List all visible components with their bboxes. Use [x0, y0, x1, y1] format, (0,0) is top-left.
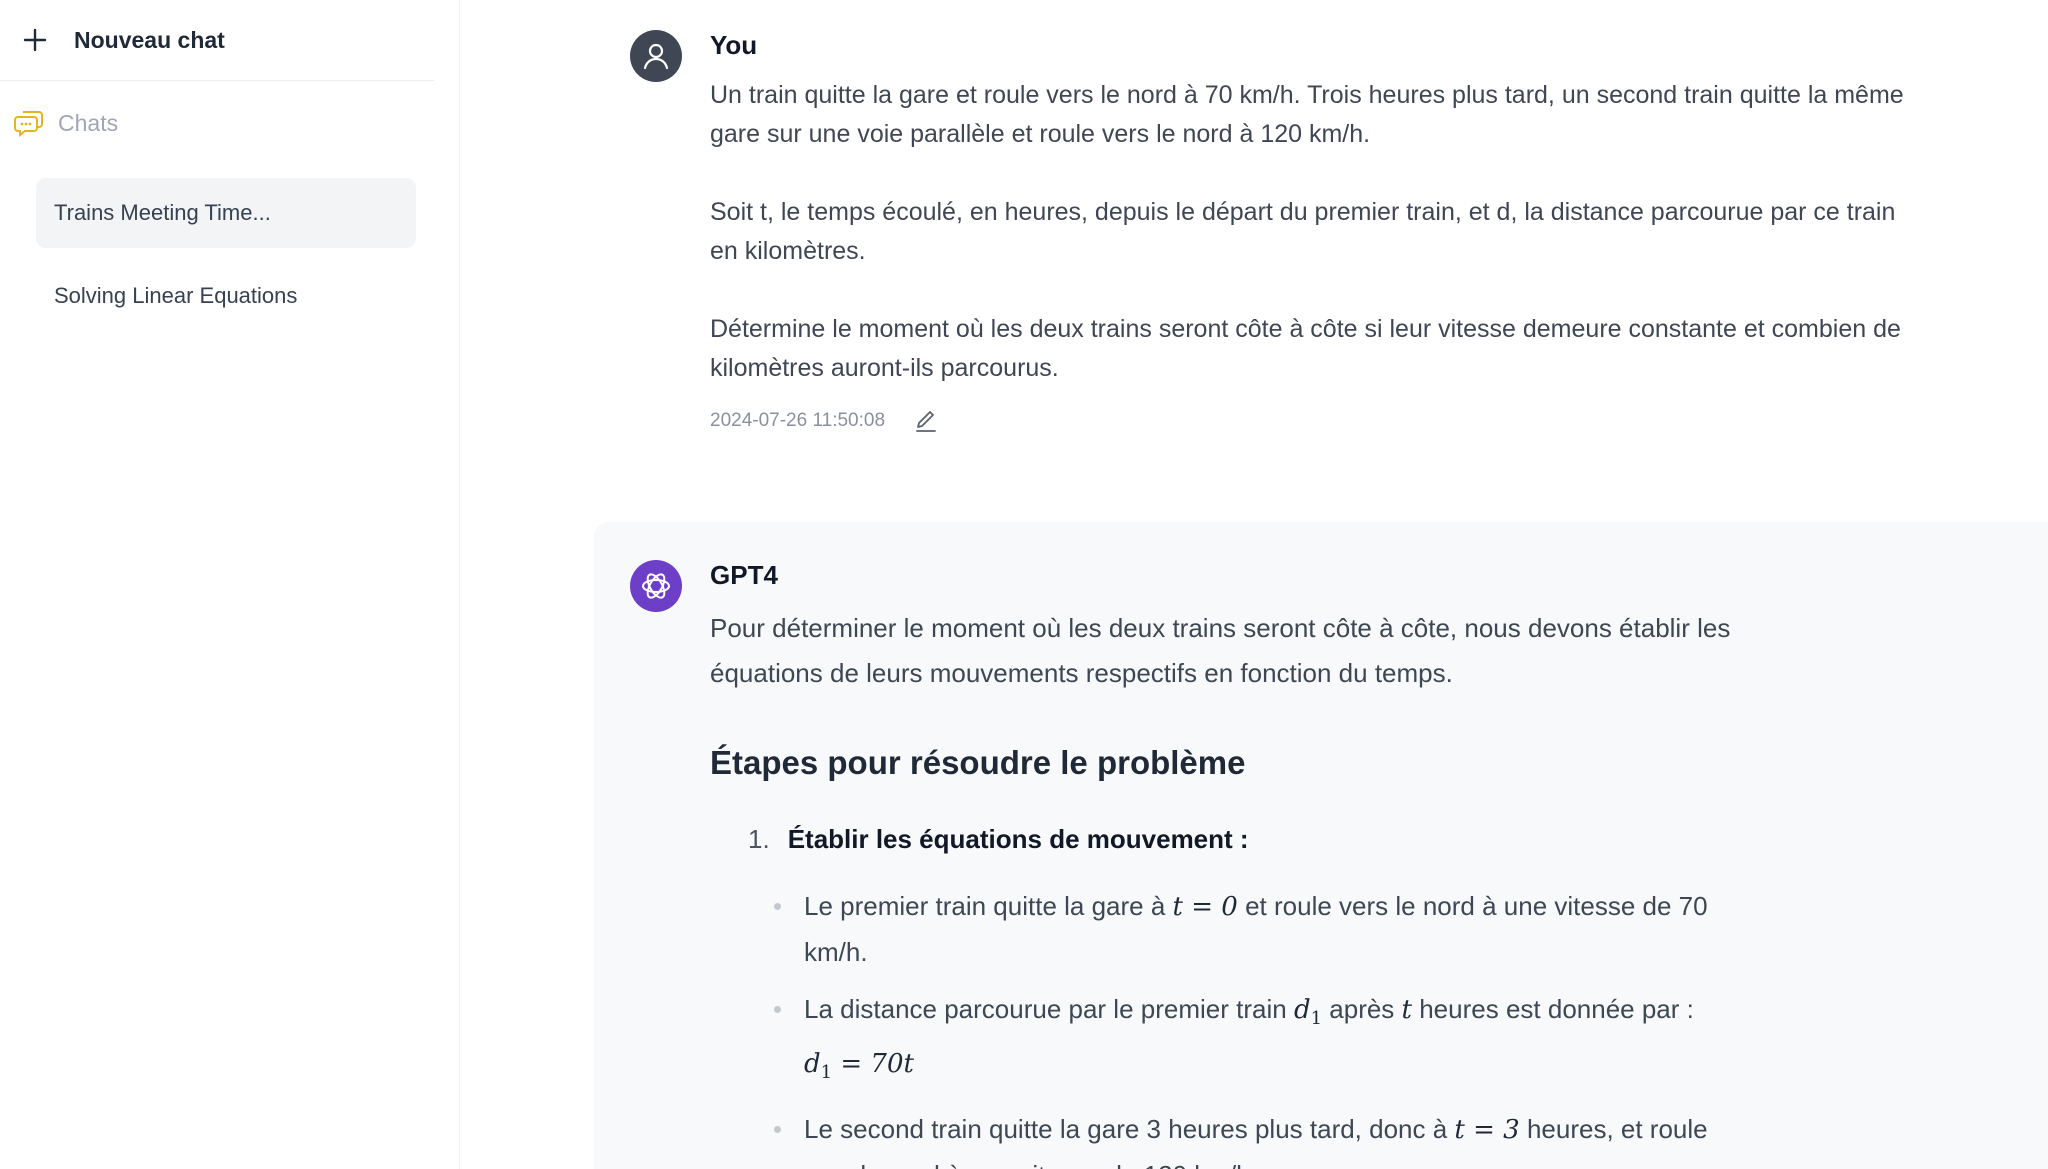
user-sender-name: You: [710, 30, 758, 60]
math-symbol: d: [804, 1049, 821, 1080]
message-meta: 2024-07-26 11:50:08: [710, 408, 939, 434]
math-symbol: = 70t: [832, 1049, 914, 1080]
user-icon: [643, 43, 669, 70]
bullet-text: heures est donnée par :: [1412, 994, 1694, 1024]
math-subscript: 1: [1310, 1008, 1323, 1030]
user-message: You Un train quitte la gare et roule ver…: [460, 0, 2048, 500]
message-timestamp: 2024-07-26 11:50:08: [710, 410, 886, 431]
chats-section-header: Chats: [14, 106, 118, 140]
bullet-text: La distance parcourue par le premier tra…: [804, 994, 1294, 1024]
chats-header-label: Chats: [58, 109, 119, 136]
step-bullets: Le premier train quitte la gare à t = 0 …: [774, 884, 1724, 1169]
new-chat-label: Nouveau chat: [74, 26, 225, 53]
math-expression: t: [1401, 995, 1412, 1025]
sidebar-item-label: Trains Meeting Time...: [54, 200, 271, 225]
bullet-text: Le second train quitte la gare 3 heures …: [804, 1114, 1455, 1145]
plus-icon: [23, 28, 47, 52]
step-title: Établir les équations de mouvement :: [787, 824, 1249, 854]
bullet-item: Le premier train quitte la gare à t = 0 …: [774, 884, 1724, 975]
chat-bubbles-icon: [14, 111, 43, 137]
chat-app: Nouveau chat Chats Trains Meeting Time..…: [0, 0, 2048, 1169]
assistant-avatar: [630, 560, 682, 612]
bullet-item: La distance parcourue par le premier tra…: [774, 987, 1724, 1095]
user-paragraph: Un train quitte la gare et roule vers le…: [710, 81, 1904, 148]
user-paragraph: Détermine le moment où les deux trains s…: [710, 315, 1901, 382]
bullet-text: Le premier train quitte la gare à: [804, 891, 1173, 921]
conversation-pane: You Un train quitte la gare et roule ver…: [460, 0, 2048, 1169]
math-expression: d1 = 70t: [804, 1049, 914, 1083]
bullet-item: Le second train quitte la gare 3 heures …: [774, 1107, 1724, 1169]
user-avatar: [630, 30, 682, 82]
math-subscript: 1: [820, 1062, 833, 1084]
sidebar-item-linear-equations[interactable]: Solving Linear Equations: [36, 261, 416, 331]
openai-logo-icon: [642, 573, 670, 599]
assistant-sender-name: GPT4: [710, 560, 778, 590]
bullet-text: après: [1322, 994, 1402, 1024]
user-message-text: Un train quitte la gare et roule vers le…: [710, 76, 1910, 427]
assistant-intro: Pour déterminer le moment où les deux tr…: [710, 613, 1731, 688]
math-symbol: d: [1293, 995, 1311, 1025]
sidebar-item-label: Solving Linear Equations: [54, 283, 298, 308]
edit-icon[interactable]: [913, 408, 939, 434]
new-chat-button[interactable]: Nouveau chat: [22, 18, 225, 62]
sidebar-divider: [0, 80, 434, 81]
math-expression: t = 3: [1454, 1115, 1520, 1146]
step-number: 1.: [748, 824, 770, 854]
user-paragraph: Soit t, le temps écoulé, en heures, depu…: [710, 198, 1896, 265]
math-expression: t = 0: [1172, 892, 1238, 922]
math-expression: d1: [1293, 995, 1322, 1029]
assistant-message: GPT4 Pour déterminer le moment où les de…: [594, 522, 2048, 1169]
assistant-heading: Étapes pour résoudre le problème: [710, 744, 1246, 781]
step-item: 1. Établir les équations de mouvement :: [748, 824, 1249, 855]
sidebar: Nouveau chat Chats Trains Meeting Time..…: [0, 0, 460, 1169]
sidebar-item-trains-meeting[interactable]: Trains Meeting Time...: [36, 178, 416, 248]
